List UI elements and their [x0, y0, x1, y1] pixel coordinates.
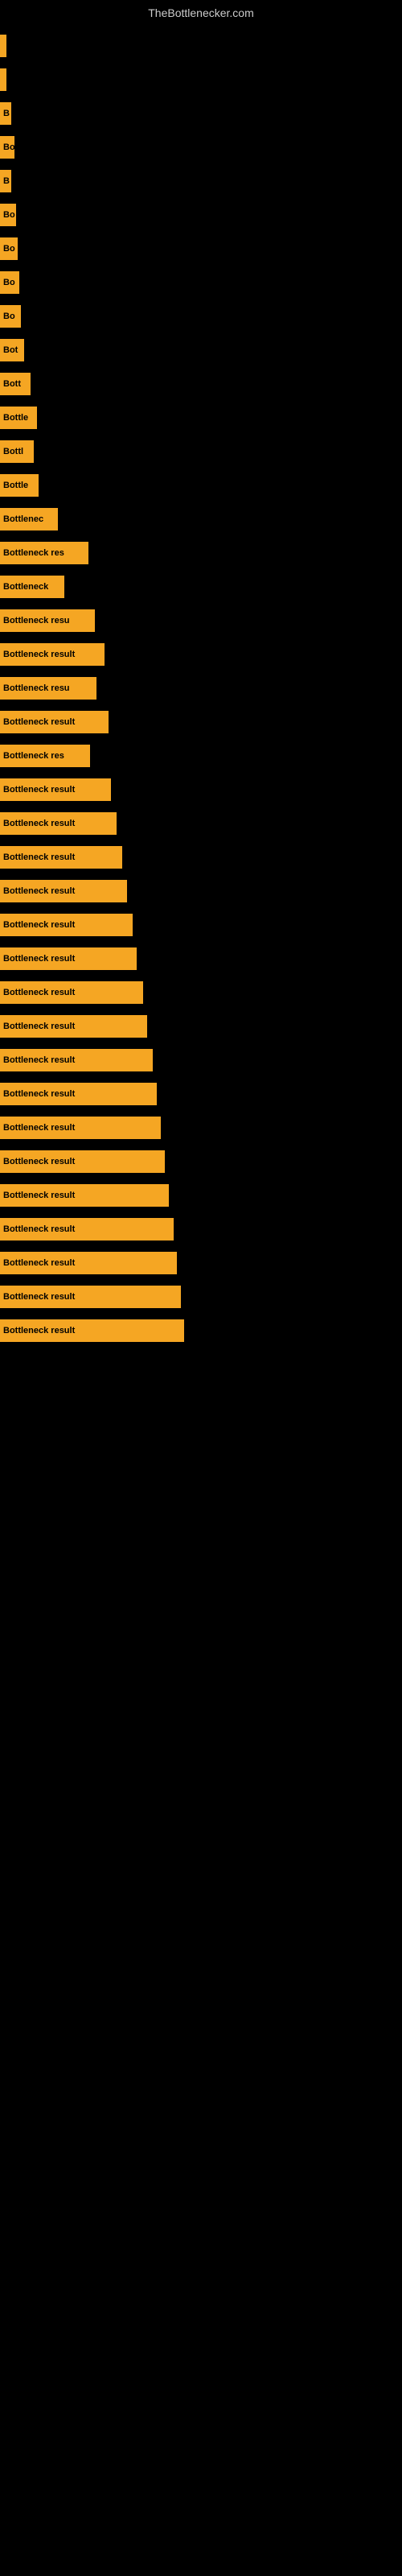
- bar-row: Bottleneck result: [0, 1315, 402, 1346]
- bar-row: B: [0, 98, 402, 129]
- bar-row: Bottleneck result: [0, 842, 402, 873]
- bar-row: Bo: [0, 132, 402, 163]
- bar-row: Bottleneck result: [0, 1045, 402, 1075]
- bar-row: Bottleneck result: [0, 910, 402, 940]
- bar-row: Bottleneck result: [0, 1079, 402, 1109]
- bar-row: Bottleneck result: [0, 977, 402, 1008]
- bar-label: Bott: [0, 373, 31, 395]
- bar-row: Bottle: [0, 402, 402, 433]
- bar-label: Bottleneck result: [0, 778, 111, 801]
- bar-label: Bottleneck result: [0, 1083, 157, 1105]
- bar-label: Bottleneck result: [0, 1319, 184, 1342]
- bar-label: Bottleneck result: [0, 711, 109, 733]
- bar-row: Bottleneck result: [0, 1011, 402, 1042]
- bar-row: Bo: [0, 233, 402, 264]
- bar-row: Bottlenec: [0, 504, 402, 535]
- bar-row: Bottleneck result: [0, 1214, 402, 1245]
- bar-label: Bottleneck result: [0, 914, 133, 936]
- bar-row: Bottleneck resu: [0, 673, 402, 704]
- bar-label: Bo: [0, 237, 18, 260]
- bar-label: Bottleneck: [0, 576, 64, 598]
- bar-label: B: [0, 170, 11, 192]
- bar-row: Bottleneck result: [0, 639, 402, 670]
- bar-row: Bottleneck result: [0, 1282, 402, 1312]
- bar-row: Bo: [0, 301, 402, 332]
- bar-label: Bottleneck result: [0, 947, 137, 970]
- bar-row: [0, 31, 402, 61]
- bar-row: Bottleneck result: [0, 943, 402, 974]
- site-title: TheBottlenecker.com: [0, 0, 402, 23]
- bar-label: Bottleneck result: [0, 981, 143, 1004]
- bar-label: Bottl: [0, 440, 34, 463]
- bar-label: Bottleneck resu: [0, 677, 96, 700]
- bar-label: Bottleneck result: [0, 1286, 181, 1308]
- bar-row: Bottl: [0, 436, 402, 467]
- bar-row: Bottleneck result: [0, 707, 402, 737]
- bar-label: [0, 35, 6, 57]
- bar-label: Bottleneck result: [0, 880, 127, 902]
- bar-label: Bottleneck result: [0, 1117, 161, 1139]
- bar-label: Bo: [0, 136, 14, 159]
- bar-row: Bot: [0, 335, 402, 365]
- bar-row: Bottle: [0, 470, 402, 501]
- bar-row: Bottleneck result: [0, 1180, 402, 1211]
- bar-label: B: [0, 102, 11, 125]
- bar-row: Bottleneck result: [0, 1248, 402, 1278]
- bar-row: Bottleneck: [0, 572, 402, 602]
- bar-label: Bottleneck result: [0, 1184, 169, 1207]
- bar-label: Bottleneck result: [0, 846, 122, 869]
- bar-label: Bottleneck result: [0, 1150, 165, 1173]
- bar-label: Bottleneck res: [0, 542, 88, 564]
- bar-row: Bottleneck result: [0, 876, 402, 906]
- bar-row: [0, 64, 402, 95]
- bar-label: Bo: [0, 271, 19, 294]
- bar-row: Bottleneck result: [0, 1146, 402, 1177]
- bar-label: Bot: [0, 339, 24, 361]
- bar-label: Bottleneck result: [0, 1252, 177, 1274]
- bar-label: Bottle: [0, 407, 37, 429]
- bar-label: Bottleneck result: [0, 1218, 174, 1241]
- bar-label: [0, 68, 6, 91]
- bar-row: Bo: [0, 267, 402, 298]
- bar-row: Bottleneck result: [0, 774, 402, 805]
- bar-row: Bottleneck resu: [0, 605, 402, 636]
- bar-row: Bottleneck res: [0, 538, 402, 568]
- bar-label: Bottleneck result: [0, 1015, 147, 1038]
- bar-label: Bottleneck result: [0, 643, 105, 666]
- bar-label: Bottleneck res: [0, 745, 90, 767]
- bar-label: Bottleneck result: [0, 1049, 153, 1071]
- bar-label: Bottleneck result: [0, 812, 117, 835]
- bars-container: B Bo B Bo Bo Bo Bo Bot Bott Bottle Bottl Bottle Bott…: [0, 23, 402, 1357]
- bar-label: Bo: [0, 305, 21, 328]
- bar-row: B: [0, 166, 402, 196]
- bar-row: Bottleneck result: [0, 808, 402, 839]
- bar-label: Bottleneck resu: [0, 609, 95, 632]
- bar-row: Bott: [0, 369, 402, 399]
- bar-row: Bottleneck result: [0, 1113, 402, 1143]
- bar-row: Bo: [0, 200, 402, 230]
- bar-label: Bo: [0, 204, 16, 226]
- bar-label: Bottle: [0, 474, 39, 497]
- bar-label: Bottlenec: [0, 508, 58, 530]
- bar-row: Bottleneck res: [0, 741, 402, 771]
